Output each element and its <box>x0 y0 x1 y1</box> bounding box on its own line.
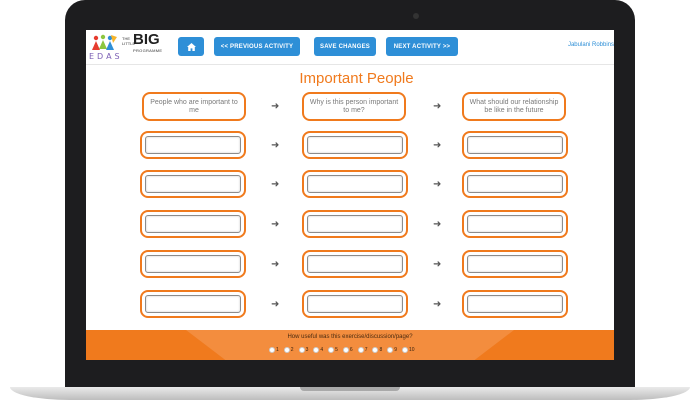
arrow-right-icon: ➜ <box>271 299 280 310</box>
home-icon <box>186 42 196 51</box>
rating-label: 3 <box>305 347 309 353</box>
radio-button[interactable] <box>269 347 275 353</box>
radio-button[interactable] <box>372 347 379 353</box>
rating-option[interactable]: 10 <box>402 345 415 355</box>
why-input-1[interactable] <box>307 136 403 154</box>
people-input-1[interactable] <box>145 136 241 154</box>
people-input-5[interactable] <box>145 295 241 313</box>
previous-activity-button[interactable]: << PREVIOUS ACTIVITY <box>214 37 300 56</box>
why-input-box <box>302 210 408 238</box>
rating-label: 1 <box>276 347 279 353</box>
rating-label: 10 <box>409 347 415 353</box>
arrow-right-icon: ➜ <box>271 259 280 270</box>
people-input-3[interactable] <box>145 215 241 233</box>
next-activity-button[interactable]: NEXT ACTIVITY >> <box>386 37 458 56</box>
people-input-2[interactable] <box>145 175 241 193</box>
future-input-box <box>462 131 568 159</box>
why-input-box <box>302 290 408 318</box>
app-screen: EDAS THE LITTLE BIG PROGRAMME << PREVIOU… <box>86 30 614 360</box>
rating-label: 2 <box>290 347 294 353</box>
why-input-4[interactable] <box>307 255 403 273</box>
rating-label: 5 <box>335 347 338 353</box>
people-input-box <box>140 131 246 159</box>
radio-button[interactable] <box>387 347 394 353</box>
why-input-box <box>302 250 408 278</box>
people-input-4[interactable] <box>145 255 241 273</box>
column-header-future: What should our relationship be like in … <box>462 92 566 121</box>
programme-logo: EDAS THE LITTLE BIG PROGRAMME <box>89 32 167 62</box>
home-button[interactable] <box>178 37 204 56</box>
people-logo-icon <box>92 34 117 50</box>
future-input-box <box>462 210 568 238</box>
webcam-icon <box>413 13 419 19</box>
user-name-link[interactable]: Jabulani Robbins <box>568 42 614 48</box>
radio-button[interactable] <box>298 347 305 353</box>
rating-label: 4 <box>320 347 324 353</box>
rating-option[interactable]: 5 <box>328 345 338 355</box>
rating-option[interactable]: 1 <box>269 345 279 355</box>
top-bar: EDAS THE LITTLE BIG PROGRAMME << PREVIOU… <box>86 30 614 65</box>
radio-button[interactable] <box>402 347 409 353</box>
save-changes-button[interactable]: SAVE CHANGES <box>314 37 376 56</box>
logo-programme-text: PROGRAMME <box>133 48 163 53</box>
rating-label: 9 <box>394 347 398 353</box>
column-header-people: People who are important to me <box>142 92 246 121</box>
rating-option[interactable]: 8 <box>372 345 382 355</box>
logo-edas-text: EDAS <box>89 52 123 61</box>
column-header-why: Why is this person important to me? <box>302 92 406 121</box>
arrow-right-icon: ➜ <box>271 101 280 112</box>
arrow-right-icon: ➜ <box>433 219 442 230</box>
people-input-box <box>140 210 246 238</box>
arrow-right-icon: ➜ <box>433 179 442 190</box>
people-input-box <box>140 250 246 278</box>
future-input-box <box>462 250 568 278</box>
rating-options: 1 2 3 4 5 6 7 8 9 10 <box>269 345 415 355</box>
rating-option[interactable]: 2 <box>283 345 294 355</box>
arrow-right-icon: ➜ <box>433 299 442 310</box>
arrow-right-icon: ➜ <box>271 140 280 151</box>
logo-the-little-text: THE LITTLE <box>122 36 136 46</box>
rating-option[interactable]: 6 <box>342 345 353 355</box>
why-input-box <box>302 170 408 198</box>
radio-button[interactable] <box>313 347 320 353</box>
logo-big-text: BIG <box>133 31 160 48</box>
arrow-right-icon: ➜ <box>271 219 280 230</box>
radio-button[interactable] <box>342 347 349 353</box>
future-input-3[interactable] <box>467 215 563 233</box>
page-title: Important People <box>299 70 414 87</box>
radio-button[interactable] <box>283 347 290 353</box>
radio-button[interactable] <box>357 347 364 353</box>
arrow-right-icon: ➜ <box>271 179 280 190</box>
people-input-box <box>140 290 246 318</box>
arrow-right-icon: ➜ <box>433 140 442 151</box>
rating-option[interactable]: 4 <box>313 345 323 355</box>
future-input-5[interactable] <box>467 295 563 313</box>
rating-label: 6 <box>349 347 353 353</box>
future-input-2[interactable] <box>467 175 563 193</box>
why-input-5[interactable] <box>307 295 403 313</box>
why-input-box <box>302 131 408 159</box>
laptop-notch <box>300 387 400 391</box>
feedback-question: How useful was this exercise/discussion/… <box>287 334 413 340</box>
why-input-2[interactable] <box>307 175 403 193</box>
why-input-3[interactable] <box>307 215 403 233</box>
feedback-footer: How useful was this exercise/discussion/… <box>86 330 614 360</box>
radio-button[interactable] <box>328 347 335 353</box>
future-input-1[interactable] <box>467 136 563 154</box>
arrow-right-icon: ➜ <box>433 101 442 112</box>
future-input-4[interactable] <box>467 255 563 273</box>
rating-label: 8 <box>379 347 383 353</box>
rating-option[interactable]: 7 <box>357 345 368 355</box>
rating-option[interactable]: 9 <box>387 345 397 355</box>
laptop-mockup: EDAS THE LITTLE BIG PROGRAMME << PREVIOU… <box>0 0 700 404</box>
future-input-box <box>462 290 568 318</box>
people-input-box <box>140 170 246 198</box>
future-input-box <box>462 170 568 198</box>
rating-option[interactable]: 3 <box>298 345 309 355</box>
rating-label: 7 <box>364 347 368 353</box>
arrow-right-icon: ➜ <box>433 259 442 270</box>
